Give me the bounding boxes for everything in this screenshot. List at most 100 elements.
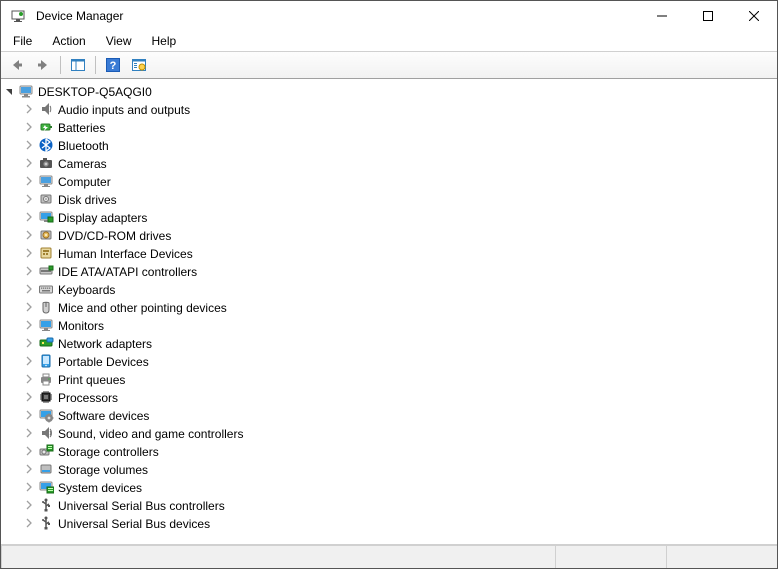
- tree-category[interactable]: Batteries: [1, 118, 775, 136]
- expand-arrow-icon[interactable]: [23, 355, 35, 367]
- system-device-icon: [38, 479, 54, 495]
- tree-category-label: Disk drives: [58, 192, 117, 207]
- menu-view[interactable]: View: [98, 32, 140, 50]
- tree-category[interactable]: Sound, video and game controllers: [1, 424, 775, 442]
- tree-category[interactable]: DVD/CD-ROM drives: [1, 226, 775, 244]
- expand-arrow-icon[interactable]: [23, 301, 35, 313]
- tree-category[interactable]: Monitors: [1, 316, 775, 334]
- tree-category[interactable]: Audio inputs and outputs: [1, 100, 775, 118]
- tree-root-label: DESKTOP-Q5AQGI0: [38, 84, 152, 99]
- tree-category[interactable]: Universal Serial Bus devices: [1, 514, 775, 532]
- storage-controller-icon: [38, 443, 54, 459]
- forward-button[interactable]: [31, 53, 55, 77]
- expand-arrow-icon[interactable]: [23, 373, 35, 385]
- tree-category[interactable]: System devices: [1, 478, 775, 496]
- device-manager-window: Device Manager File Action View Help: [0, 0, 778, 569]
- expand-arrow-icon[interactable]: [23, 499, 35, 511]
- tree-category[interactable]: Disk drives: [1, 190, 775, 208]
- tree-category[interactable]: Universal Serial Bus controllers: [1, 496, 775, 514]
- toolbar-separator: [95, 56, 96, 74]
- tree-category[interactable]: Network adapters: [1, 334, 775, 352]
- title-bar[interactable]: Device Manager: [1, 1, 777, 31]
- bluetooth-icon: [38, 137, 54, 153]
- toolbar: ?: [1, 51, 777, 79]
- expand-arrow-icon[interactable]: [23, 175, 35, 187]
- expand-arrow-icon[interactable]: [23, 517, 35, 529]
- tree-category-label: Universal Serial Bus devices: [58, 516, 210, 531]
- properties-button[interactable]: [127, 53, 151, 77]
- tree-category[interactable]: Print queues: [1, 370, 775, 388]
- tree-category-label: Print queues: [58, 372, 125, 387]
- expand-arrow-icon[interactable]: [23, 229, 35, 241]
- show-hide-console-tree-icon: [70, 57, 86, 73]
- tree-category[interactable]: Mice and other pointing devices: [1, 298, 775, 316]
- status-cell: [555, 546, 666, 568]
- tree-category-label: Cameras: [58, 156, 107, 171]
- tree-category[interactable]: Processors: [1, 388, 775, 406]
- tree-category-label: Software devices: [58, 408, 149, 423]
- optical-drive-icon: [38, 227, 54, 243]
- tree-category-label: Keyboards: [58, 282, 115, 297]
- tree-category-label: IDE ATA/ATAPI controllers: [58, 264, 197, 279]
- tree-categories: Audio inputs and outputsBatteries Bluetoo…: [1, 100, 775, 532]
- expand-arrow-icon[interactable]: [23, 157, 35, 169]
- tree-category[interactable]: Keyboards: [1, 280, 775, 298]
- expand-arrow-icon[interactable]: [23, 211, 35, 223]
- tree-category[interactable]: Display adapters: [1, 208, 775, 226]
- expand-arrow-icon[interactable]: [23, 463, 35, 475]
- expand-arrow-icon[interactable]: [23, 481, 35, 493]
- expand-arrow-icon[interactable]: [23, 121, 35, 133]
- expand-arrow-icon[interactable]: [23, 445, 35, 457]
- show-hide-tree-button[interactable]: [66, 53, 90, 77]
- help-icon: ?: [105, 57, 121, 73]
- tree-category-label: Storage volumes: [58, 462, 148, 477]
- tree-category[interactable]: Software devices: [1, 406, 775, 424]
- expand-arrow-icon[interactable]: [23, 283, 35, 295]
- expand-arrow-icon[interactable]: [23, 103, 35, 115]
- tree-category-label: Bluetooth: [58, 138, 109, 153]
- portable-device-icon: [38, 353, 54, 369]
- expand-arrow-icon[interactable]: [23, 319, 35, 331]
- expand-arrow-icon[interactable]: [23, 247, 35, 259]
- close-button[interactable]: [731, 1, 777, 31]
- menu-bar: File Action View Help: [1, 31, 777, 51]
- tree-category[interactable]: Storage volumes: [1, 460, 775, 478]
- expand-arrow-icon[interactable]: [23, 337, 35, 349]
- tree-category[interactable]: Portable Devices: [1, 352, 775, 370]
- help-button[interactable]: ?: [101, 53, 125, 77]
- minimize-button[interactable]: [639, 1, 685, 31]
- device-tree[interactable]: DESKTOP-Q5AQGI0 Audio inputs and outputs…: [1, 79, 777, 545]
- keyboard-icon: [38, 281, 54, 297]
- tree-category-label: Network adapters: [58, 336, 152, 351]
- network-adapter-icon: [38, 335, 54, 351]
- menu-file[interactable]: File: [5, 32, 40, 50]
- monitor-icon: [38, 317, 54, 333]
- expand-arrow-icon[interactable]: [23, 193, 35, 205]
- tree-category[interactable]: Storage controllers: [1, 442, 775, 460]
- tree-category-label: DVD/CD-ROM drives: [58, 228, 171, 243]
- usb-device-icon: [38, 515, 54, 531]
- tree-category[interactable]: Cameras: [1, 154, 775, 172]
- tree-category-label: Monitors: [58, 318, 104, 333]
- tree-root[interactable]: DESKTOP-Q5AQGI0: [1, 83, 775, 100]
- menu-action[interactable]: Action: [44, 32, 93, 50]
- audio-icon: [38, 101, 54, 117]
- computer-root-icon: [18, 84, 34, 100]
- usb-controller-icon: [38, 497, 54, 513]
- expand-arrow-icon[interactable]: [23, 139, 35, 151]
- collapse-arrow-icon[interactable]: [3, 86, 15, 98]
- tree-category[interactable]: IDE ATA/ATAPI controllers: [1, 262, 775, 280]
- menu-help[interactable]: Help: [144, 32, 185, 50]
- back-button[interactable]: [5, 53, 29, 77]
- expand-arrow-icon[interactable]: [23, 427, 35, 439]
- maximize-button[interactable]: [685, 1, 731, 31]
- tree-category[interactable]: Computer: [1, 172, 775, 190]
- expand-arrow-icon[interactable]: [23, 265, 35, 277]
- tree-category[interactable]: Human Interface Devices: [1, 244, 775, 262]
- tree-category-label: Portable Devices: [58, 354, 149, 369]
- expand-arrow-icon[interactable]: [23, 391, 35, 403]
- expand-arrow-icon[interactable]: [23, 409, 35, 421]
- tree-category-label: Storage controllers: [58, 444, 159, 459]
- ide-controller-icon: [38, 263, 54, 279]
- tree-category[interactable]: Bluetooth: [1, 136, 775, 154]
